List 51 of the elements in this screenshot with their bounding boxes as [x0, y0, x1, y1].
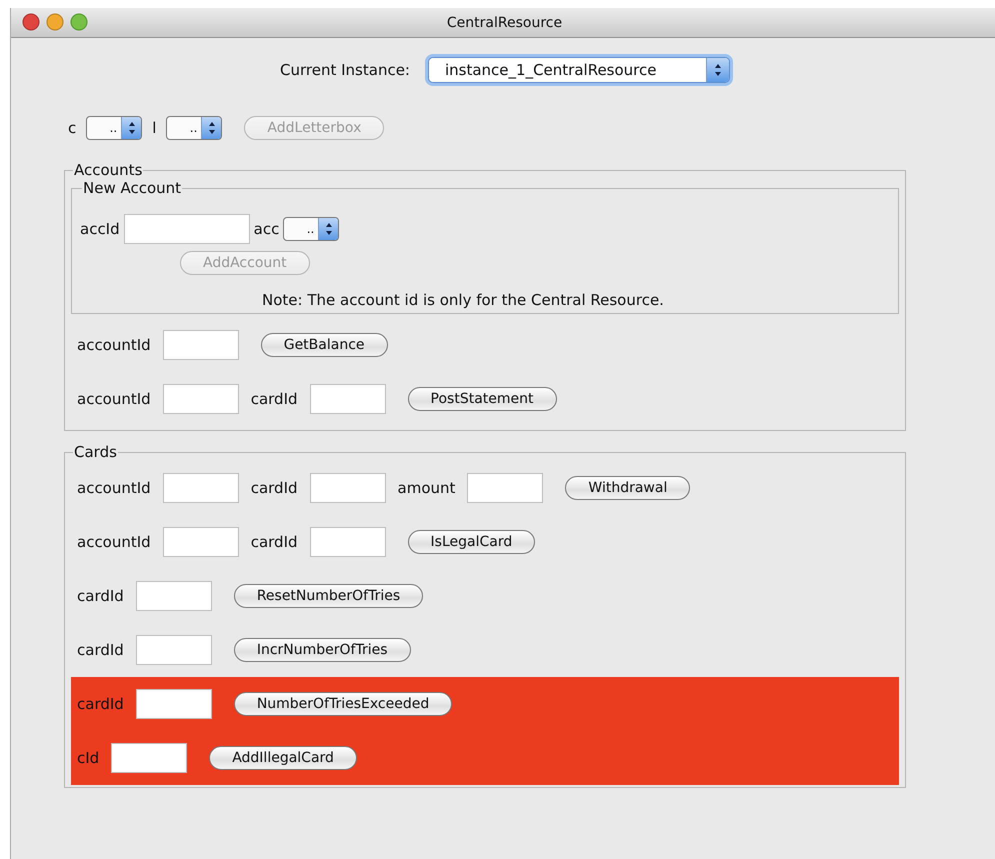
field-label: cardId	[250, 479, 298, 497]
group-title: Accounts	[73, 161, 144, 179]
field-label: cId	[77, 749, 100, 767]
note-text: Note: The account id is only for the Central Resource.	[262, 291, 665, 309]
stepper-icon	[128, 121, 136, 135]
input-field[interactable]	[162, 330, 239, 360]
field-label: cardId	[77, 587, 124, 605]
input-field[interactable]	[136, 689, 212, 719]
action-button[interactable]: IncrNumberOfTries	[234, 638, 411, 662]
input-field[interactable]	[136, 581, 212, 611]
field-label: cardId	[250, 533, 298, 551]
input-field[interactable]	[310, 527, 386, 557]
input-field[interactable]	[162, 473, 239, 503]
field-label: accountId	[77, 390, 151, 408]
field-label: accId	[80, 220, 120, 238]
field-label: cardId	[250, 390, 298, 408]
instance-label: Current Instance:	[280, 61, 410, 79]
field-label: c	[68, 119, 76, 137]
group-title: New Account	[82, 179, 182, 197]
dropdown[interactable]: ..	[86, 116, 142, 140]
input-field[interactable]	[136, 635, 212, 665]
stepper-icon	[714, 63, 722, 77]
field-label: cardId	[77, 641, 124, 659]
group-title: Cards	[73, 443, 118, 461]
dropdown[interactable]: ..	[283, 217, 340, 241]
stepper-icon	[324, 222, 333, 236]
input-field[interactable]	[111, 743, 188, 773]
input-field[interactable]	[310, 473, 386, 503]
field-label: accountId	[77, 533, 151, 551]
action-button[interactable]: AddIllegalCard	[209, 746, 357, 770]
action-button[interactable]: Withdrawal	[565, 476, 690, 500]
stepper-icon	[208, 121, 216, 135]
input-field[interactable]	[124, 214, 250, 244]
field-label: acc	[254, 220, 280, 238]
input-field[interactable]	[467, 473, 544, 503]
instance-select[interactable]: instance_1_CentralResource	[428, 57, 730, 83]
input-field[interactable]	[162, 527, 239, 557]
field-label: accountId	[77, 479, 151, 497]
input-field[interactable]	[310, 384, 386, 414]
action-button[interactable]: PostStatement	[408, 387, 556, 411]
field-label: l	[152, 119, 156, 137]
action-button[interactable]: IsLegalCard	[408, 530, 536, 554]
field-label: accountId	[77, 336, 151, 354]
window-title: CentralResource	[446, 14, 562, 30]
input-field[interactable]	[162, 384, 239, 414]
action-button[interactable]: NumberOfTriesExceeded	[234, 692, 452, 716]
field-label: amount	[398, 479, 456, 497]
action-button[interactable]: GetBalance	[260, 333, 388, 357]
field-label: cardId	[77, 695, 124, 713]
dropdown[interactable]: ..	[166, 116, 222, 140]
action-button[interactable]: ResetNumberOfTries	[234, 584, 424, 608]
